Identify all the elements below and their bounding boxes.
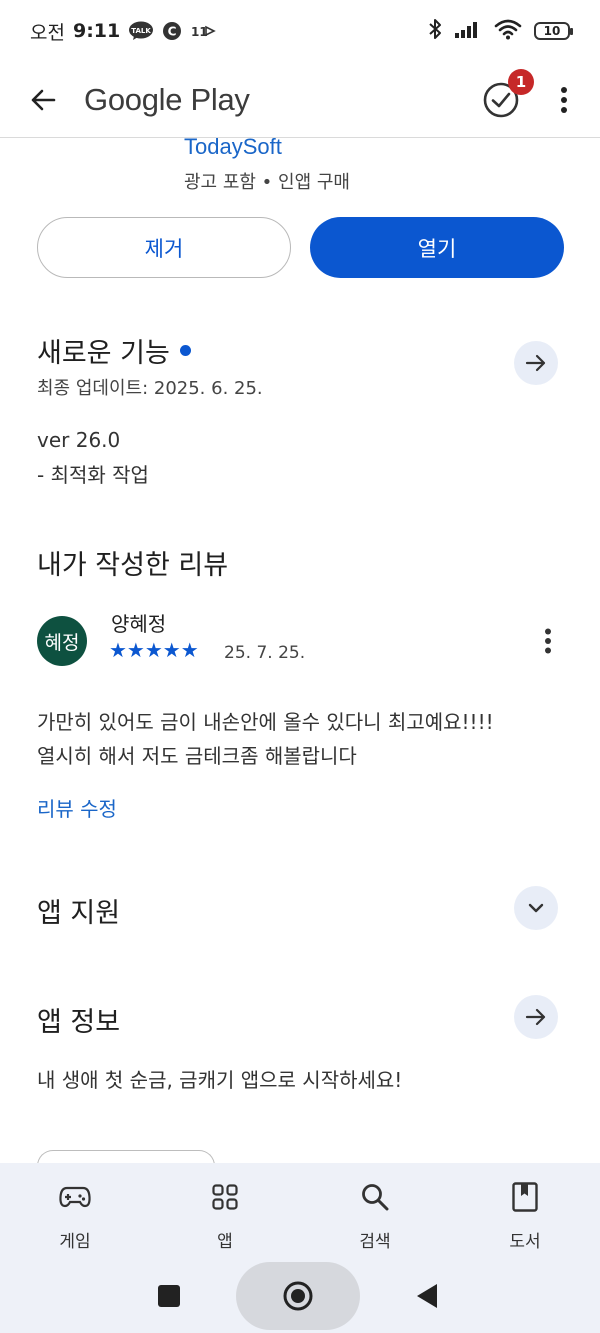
- bottom-navigation: 게임 앱 검색 도서: [0, 1163, 600, 1260]
- nav-books[interactable]: 도서: [450, 1163, 600, 1260]
- nav-apps[interactable]: 앱: [150, 1163, 300, 1260]
- nav-label-games: 게임: [59, 1232, 91, 1252]
- kakaotalk-notification-icon: TALK: [128, 21, 154, 41]
- search-icon: [360, 1181, 390, 1213]
- system-back-button[interactable]: [416, 1283, 438, 1313]
- my-apps-button[interactable]: 1: [482, 68, 534, 119]
- avatar: 혜정: [37, 616, 87, 666]
- signal-icon: [454, 19, 482, 44]
- status-time: 9:11: [72, 20, 121, 42]
- time-prefix: 오전: [30, 21, 65, 44]
- gamepad-icon: [59, 1181, 91, 1213]
- app-title: Google Play: [84, 81, 250, 117]
- nav-games[interactable]: 게임: [0, 1163, 150, 1260]
- c-notification-icon: C: [162, 21, 182, 41]
- eleven-text: 11: [191, 25, 208, 39]
- star-rating: ★★★★★: [109, 638, 199, 662]
- whats-new-heading: 새로운 기능: [37, 331, 191, 370]
- developer-link[interactable]: TodaySoft: [184, 134, 282, 160]
- whats-new-title: 새로운 기능: [37, 338, 170, 369]
- status-left: 오전 9:11 TALK C 11: [30, 18, 217, 45]
- arrow-back-icon: [31, 89, 56, 110]
- notification-badge: 1: [508, 68, 534, 95]
- edit-review-link[interactable]: 리뷰 수정: [37, 793, 117, 822]
- home-button[interactable]: [236, 1262, 360, 1330]
- talk-text: TALK: [131, 27, 151, 35]
- action-buttons: 제거 열기: [37, 217, 564, 278]
- open-button[interactable]: 열기: [310, 217, 564, 278]
- reviewer-name: 양혜정: [111, 612, 167, 636]
- nav-search[interactable]: 검색: [300, 1163, 450, 1260]
- triangle-back-icon: [417, 1284, 437, 1308]
- eleven-notification-icon: 11: [190, 21, 217, 41]
- version-text: ver 26.0: [37, 428, 121, 452]
- app-description: 내 생애 첫 순금, 금캐기 앱으로 시작하세요!: [37, 1068, 403, 1092]
- system-navigation-bar: [0, 1260, 600, 1333]
- app-bar: Google Play 1: [0, 62, 600, 138]
- app-support-title: 앱 지원: [37, 898, 121, 929]
- apps-grid-icon: [212, 1181, 238, 1213]
- chevron-down-icon: [528, 903, 544, 913]
- my-review-title: 내가 작성한 리뷰: [37, 550, 229, 581]
- app-info-title: 앱 정보: [37, 1007, 121, 1038]
- last-updated: 최종 업데이트: 2025. 6. 25.: [37, 378, 263, 399]
- review-date: 25. 7. 25.: [224, 643, 306, 663]
- review-text-line1: 가만히 있어도 금이 내손안에 올수 있다니 최고예요!!!!: [37, 710, 494, 734]
- more-options-button[interactable]: [554, 83, 574, 117]
- c-text: C: [168, 25, 177, 39]
- nav-label-books: 도서: [509, 1232, 541, 1252]
- arrow-forward-icon: [525, 1008, 546, 1026]
- review-text-line2: 열시히 해서 저도 금테크좀 해볼랍니다: [37, 744, 357, 768]
- nav-label-search: 검색: [359, 1232, 391, 1252]
- book-icon: [512, 1181, 538, 1213]
- app-meta: 광고 포함 • 인앱 구매: [184, 172, 350, 193]
- wifi-icon: [494, 18, 522, 45]
- bluetooth-icon: [428, 18, 442, 45]
- battery-icon: 10: [534, 22, 573, 40]
- arrow-forward-icon: [525, 354, 546, 372]
- app-support-expand-button[interactable]: [514, 886, 558, 930]
- status-bar: 오전 9:11 TALK C 11 10: [0, 0, 600, 62]
- home-circle-icon: [283, 1281, 313, 1311]
- new-indicator-dot: [179, 345, 191, 356]
- status-right: 10: [428, 18, 573, 45]
- appbar-actions: 1: [482, 68, 574, 119]
- back-button[interactable]: [26, 83, 60, 117]
- review-more-button[interactable]: [540, 626, 556, 656]
- app-info-arrow-button[interactable]: [514, 995, 558, 1039]
- more-vert-icon: [561, 86, 567, 113]
- recent-apps-button[interactable]: [158, 1285, 180, 1307]
- nav-label-apps: 앱: [217, 1232, 233, 1252]
- uninstall-button[interactable]: 제거: [37, 217, 291, 278]
- release-notes: - 최적화 작업: [37, 463, 149, 487]
- whats-new-arrow-button[interactable]: [514, 341, 558, 385]
- more-vert-icon: [545, 628, 551, 654]
